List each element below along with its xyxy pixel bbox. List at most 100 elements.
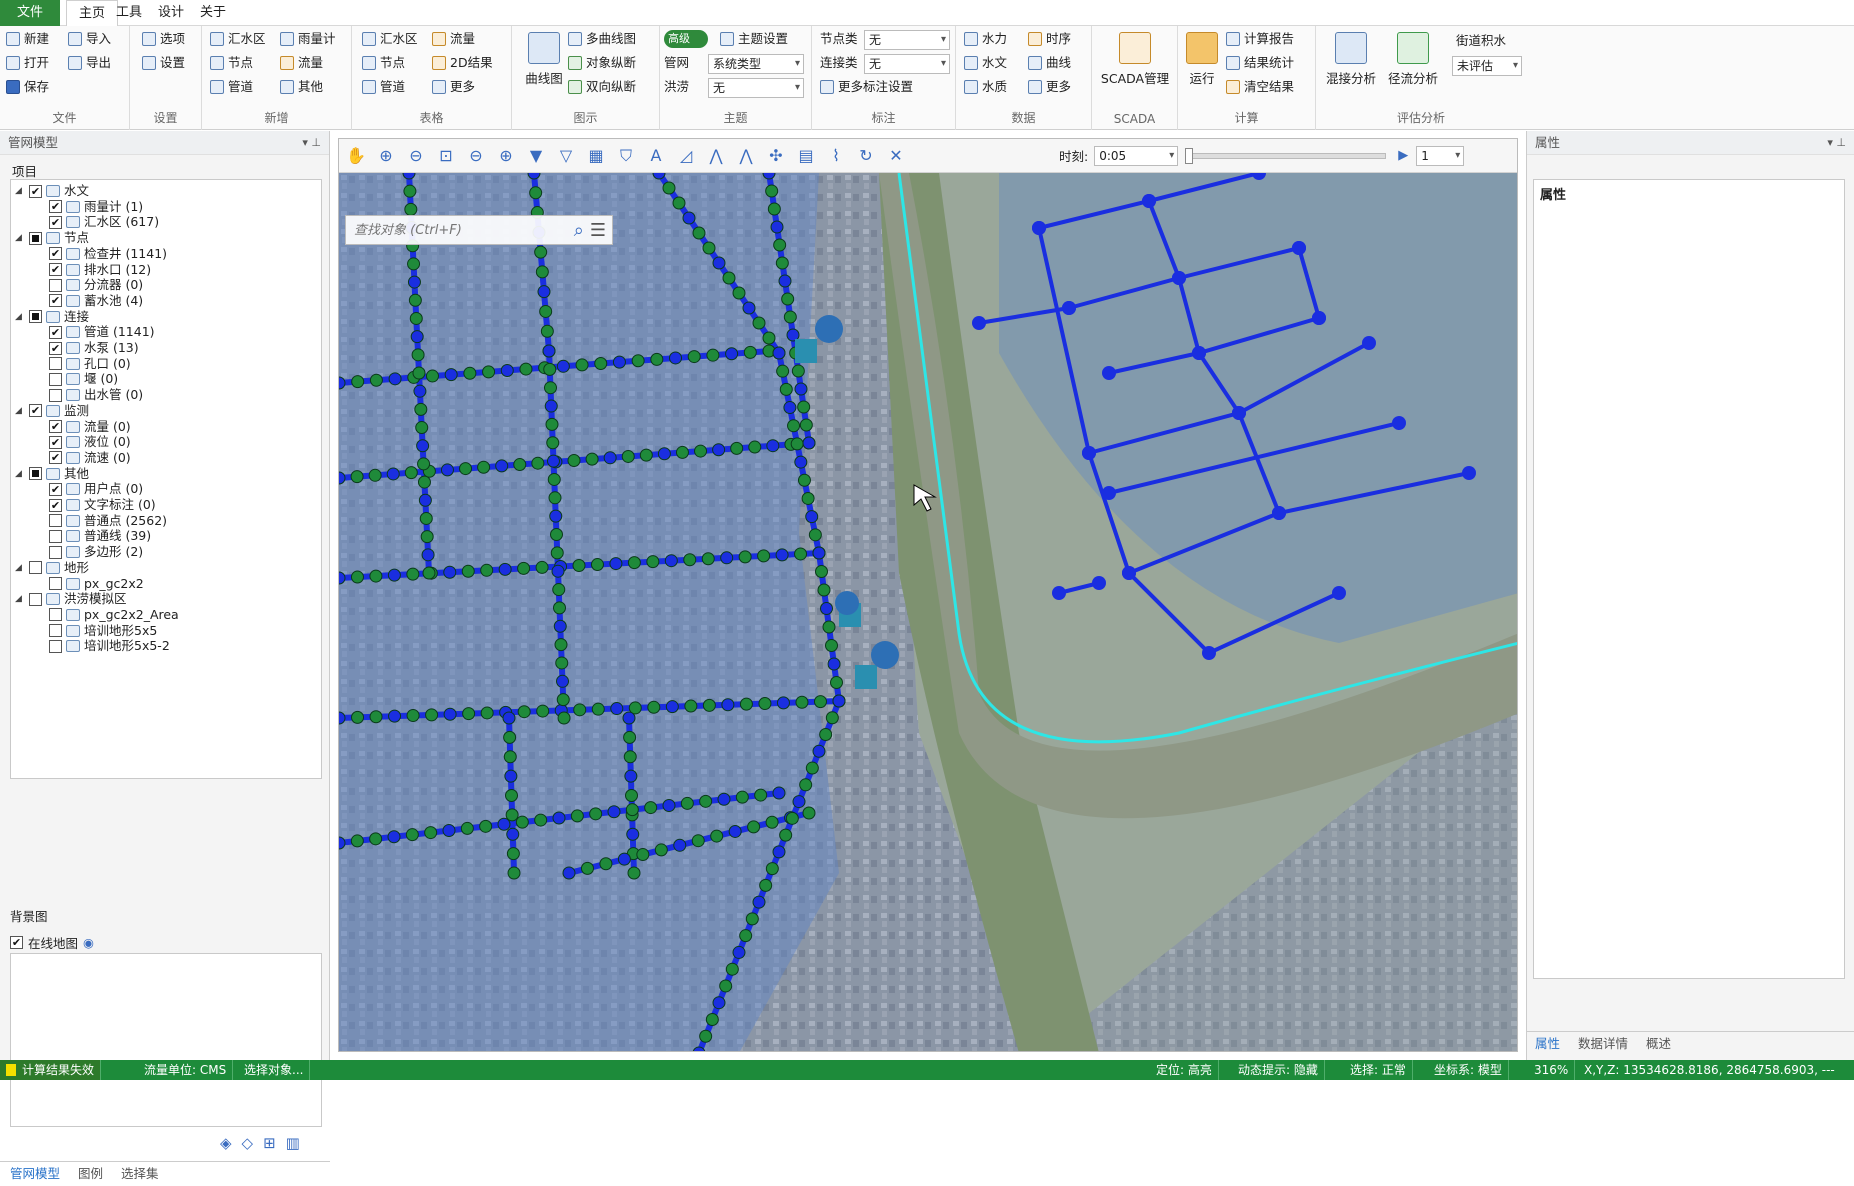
tab-network-model[interactable]: 管网模型 — [10, 1162, 60, 1185]
manhole-node[interactable] — [407, 257, 421, 271]
manhole-node[interactable] — [752, 316, 766, 330]
selmode-status[interactable]: 选择: 正常 — [1344, 1060, 1413, 1080]
network-type-select[interactable]: 系统类型 — [708, 54, 804, 74]
tree-checkbox[interactable] — [49, 624, 62, 638]
manhole-node[interactable] — [665, 700, 679, 714]
junction-node[interactable] — [1232, 406, 1246, 420]
manhole-node[interactable] — [570, 809, 584, 823]
tab-properties[interactable]: 属性 — [1535, 1032, 1560, 1055]
expand-icon[interactable]: ◢ — [15, 465, 25, 483]
manhole-node[interactable] — [529, 186, 543, 200]
tree-checkbox[interactable] — [49, 263, 62, 276]
manhole-node[interactable] — [547, 472, 561, 486]
manhole-node[interactable] — [535, 560, 549, 574]
manhole-node[interactable] — [459, 462, 473, 476]
manhole-node[interactable] — [369, 373, 383, 387]
network-trace-icon[interactable]: ⋀ — [703, 143, 729, 169]
manhole-node[interactable] — [675, 445, 689, 459]
manhole-node[interactable] — [772, 346, 786, 360]
pump-icon[interactable] — [835, 591, 859, 615]
manhole-node[interactable] — [549, 509, 563, 523]
slider-thumb[interactable] — [1185, 147, 1194, 164]
manhole-node[interactable] — [646, 555, 660, 569]
manhole-node[interactable] — [683, 553, 697, 567]
manhole-node[interactable] — [550, 546, 564, 560]
manhole-node[interactable] — [758, 697, 772, 711]
manhole-node[interactable] — [759, 878, 773, 892]
add-node-button[interactable]: 节点 — [210, 52, 253, 74]
junction-node[interactable] — [1202, 646, 1216, 660]
manhole-node[interactable] — [503, 750, 517, 764]
manhole-node[interactable] — [694, 444, 708, 458]
manhole-node[interactable] — [754, 788, 768, 802]
manhole-node[interactable] — [503, 730, 517, 744]
manhole-node[interactable] — [644, 801, 658, 815]
add-raingauge-button[interactable]: 雨量计 — [280, 28, 336, 50]
manhole-node[interactable] — [590, 558, 604, 572]
manhole-node[interactable] — [621, 449, 635, 463]
manhole-node[interactable] — [544, 381, 557, 395]
table-flow-button[interactable]: 流量 — [432, 28, 475, 50]
manhole-node[interactable] — [672, 196, 686, 210]
manhole-node[interactable] — [539, 304, 553, 318]
junction-node[interactable] — [1362, 336, 1376, 350]
junction-node[interactable] — [1192, 346, 1206, 360]
junction-node[interactable] — [1292, 241, 1306, 255]
manhole-node[interactable] — [477, 460, 491, 474]
manhole-node[interactable] — [732, 286, 746, 300]
manhole-node[interactable] — [545, 417, 559, 431]
manhole-node[interactable] — [797, 400, 811, 414]
manhole-node[interactable] — [544, 399, 558, 413]
table-node-button[interactable]: 节点 — [362, 52, 405, 74]
manhole-node[interactable] — [830, 676, 843, 689]
manhole-node[interactable] — [776, 696, 790, 710]
manhole-node[interactable] — [504, 769, 518, 783]
manhole-node[interactable] — [808, 528, 822, 542]
table-2d-button[interactable]: 2D结果 — [432, 52, 493, 74]
tab-overview[interactable]: 概述 — [1646, 1032, 1671, 1055]
tree-checkbox[interactable] — [29, 592, 42, 606]
manhole-node[interactable] — [553, 601, 566, 615]
table-more-button[interactable]: 更多 — [432, 76, 475, 98]
layer-icon[interactable]: ▤ — [793, 143, 819, 169]
manhole-node[interactable] — [650, 352, 664, 366]
tree-checkbox[interactable] — [49, 420, 62, 433]
manhole-node[interactable] — [609, 557, 623, 571]
online-map-row[interactable]: 在线地图 ◉ — [10, 933, 322, 952]
node-type-select[interactable]: 无 — [864, 30, 950, 50]
street-flood-select[interactable]: 未评估 — [1452, 56, 1522, 76]
expand-icon[interactable]: ◢ — [15, 229, 25, 247]
manhole-node[interactable] — [411, 348, 425, 362]
manhole-node[interactable] — [413, 384, 427, 398]
tree-checkbox[interactable] — [49, 577, 62, 590]
manhole-node[interactable] — [825, 711, 839, 725]
manhole-node[interactable] — [562, 866, 576, 880]
manhole-node[interactable] — [725, 962, 739, 976]
manhole-node[interactable] — [408, 293, 422, 307]
manhole-node[interactable] — [556, 674, 569, 688]
tree-checkbox[interactable] — [49, 639, 62, 653]
manhole-node[interactable] — [748, 440, 762, 454]
tree-checkbox[interactable] — [29, 467, 42, 481]
manhole-node[interactable] — [387, 830, 401, 844]
tree-checkbox[interactable] — [49, 608, 62, 622]
manhole-node[interactable] — [787, 419, 801, 433]
run-button[interactable]: 运行 — [1180, 32, 1224, 87]
manhole-node[interactable] — [610, 702, 624, 716]
manhole-node[interactable] — [425, 708, 439, 722]
expand-icon[interactable]: ◢ — [15, 402, 25, 420]
manhole-node[interactable] — [779, 828, 793, 842]
tree-checkbox[interactable] — [49, 294, 62, 308]
manhole-node[interactable] — [350, 834, 364, 848]
manhole-node[interactable] — [534, 245, 548, 259]
manhole-node[interactable] — [591, 702, 605, 716]
junction-node[interactable] — [1172, 271, 1186, 285]
manhole-node[interactable] — [779, 382, 793, 396]
add-flow-button[interactable]: 流量 — [280, 52, 323, 74]
tab-selection-set[interactable]: 选择集 — [121, 1162, 159, 1185]
zoom-prev-icon[interactable]: ⊖ — [463, 143, 489, 169]
manhole-node[interactable] — [706, 348, 720, 362]
manhole-node[interactable] — [812, 546, 826, 560]
manhole-node[interactable] — [515, 815, 529, 829]
tree-checkbox[interactable] — [49, 215, 62, 229]
